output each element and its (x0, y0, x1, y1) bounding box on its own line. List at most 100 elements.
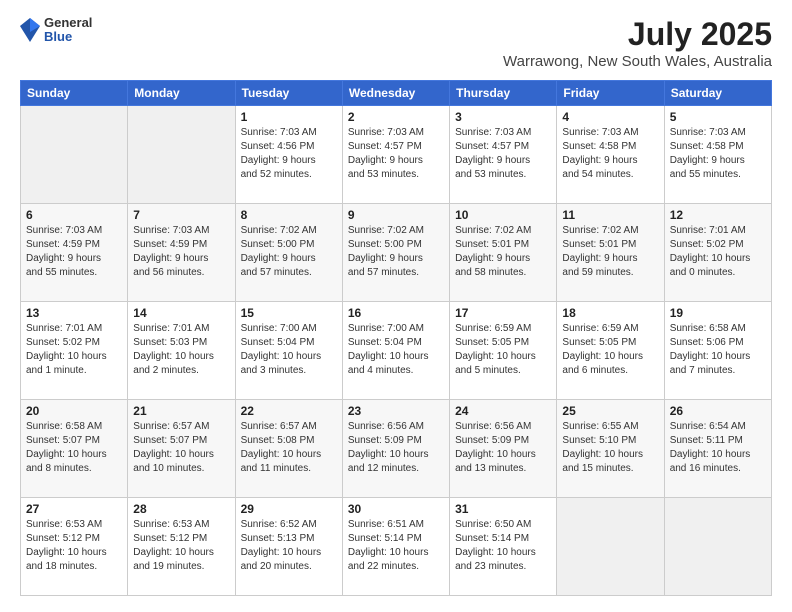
day-info: Sunrise: 6:55 AM Sunset: 5:10 PM Dayligh… (562, 420, 658, 476)
day-number: 19 (670, 306, 766, 320)
day-number: 17 (455, 306, 551, 320)
day-cell: 30 Sunrise: 6:51 AM Sunset: 5:14 PM Dayli… (342, 498, 449, 596)
day-info: Sunrise: 7:03 AM Sunset: 4:58 PM Dayligh… (670, 126, 766, 182)
day-cell: 12 Sunrise: 7:01 AM Sunset: 5:02 PM Dayli… (664, 204, 771, 302)
calendar-body: 1Sunrise: 7:03 AM Sunset: 4:56 PM Daylig… (21, 106, 772, 596)
day-info: Sunrise: 6:56 AM Sunset: 5:09 PM Dayligh… (348, 420, 444, 476)
day-cell: 22 Sunrise: 6:57 AM Sunset: 5:08 PM Dayli… (235, 400, 342, 498)
header-cell-sunday: Sunday (21, 81, 128, 106)
day-number: 18 (562, 306, 658, 320)
day-number: 4 (562, 110, 658, 124)
day-cell: 18 Sunrise: 6:59 AM Sunset: 5:05 PM Dayli… (557, 302, 664, 400)
day-number: 1 (241, 110, 337, 124)
day-cell: 1Sunrise: 7:03 AM Sunset: 4:56 PM Daylig… (235, 106, 342, 204)
day-number: 5 (670, 110, 766, 124)
day-info: Sunrise: 6:51 AM Sunset: 5:14 PM Dayligh… (348, 518, 444, 574)
day-cell: 16 Sunrise: 7:00 AM Sunset: 5:04 PM Dayli… (342, 302, 449, 400)
day-cell: 7 Sunrise: 7:03 AM Sunset: 4:59 PM Daylig… (128, 204, 235, 302)
day-cell: 24 Sunrise: 6:56 AM Sunset: 5:09 PM Dayli… (450, 400, 557, 498)
logo: General Blue (20, 16, 92, 45)
day-number: 29 (241, 502, 337, 516)
day-cell (21, 106, 128, 204)
logo-general-text: General (44, 16, 92, 30)
day-info: Sunrise: 6:56 AM Sunset: 5:09 PM Dayligh… (455, 420, 551, 476)
day-cell (128, 106, 235, 204)
header-cell-saturday: Saturday (664, 81, 771, 106)
day-info: Sunrise: 6:57 AM Sunset: 5:08 PM Dayligh… (241, 420, 337, 476)
day-number: 30 (348, 502, 444, 516)
day-info: Sunrise: 7:01 AM Sunset: 5:02 PM Dayligh… (670, 224, 766, 280)
day-number: 21 (133, 404, 229, 418)
header: General Blue July 2025 Warrawong, New So… (20, 16, 772, 70)
day-number: 31 (455, 502, 551, 516)
day-cell: 13 Sunrise: 7:01 AM Sunset: 5:02 PM Dayli… (21, 302, 128, 400)
week-row-1: 1Sunrise: 7:03 AM Sunset: 4:56 PM Daylig… (21, 106, 772, 204)
day-number: 24 (455, 404, 551, 418)
day-info: Sunrise: 7:02 AM Sunset: 5:01 PM Dayligh… (562, 224, 658, 280)
day-cell: 31 Sunrise: 6:50 AM Sunset: 5:14 PM Dayli… (450, 498, 557, 596)
day-cell: 3 Sunrise: 7:03 AM Sunset: 4:57 PM Daylig… (450, 106, 557, 204)
day-info: Sunrise: 6:59 AM Sunset: 5:05 PM Dayligh… (562, 322, 658, 378)
header-row: SundayMondayTuesdayWednesdayThursdayFrid… (21, 81, 772, 106)
day-number: 28 (133, 502, 229, 516)
day-info: Sunrise: 6:53 AM Sunset: 5:12 PM Dayligh… (133, 518, 229, 574)
day-number: 8 (241, 208, 337, 222)
day-number: 2 (348, 110, 444, 124)
day-info: Sunrise: 7:03 AM Sunset: 4:59 PM Dayligh… (133, 224, 229, 280)
day-cell: 14Sunrise: 7:01 AM Sunset: 5:03 PM Dayli… (128, 302, 235, 400)
week-row-2: 6 Sunrise: 7:03 AM Sunset: 4:59 PM Daylig… (21, 204, 772, 302)
day-cell: 2 Sunrise: 7:03 AM Sunset: 4:57 PM Daylig… (342, 106, 449, 204)
day-number: 23 (348, 404, 444, 418)
day-cell: 27Sunrise: 6:53 AM Sunset: 5:12 PM Dayli… (21, 498, 128, 596)
calendar-table: SundayMondayTuesdayWednesdayThursdayFrid… (20, 80, 772, 596)
day-cell: 4 Sunrise: 7:03 AM Sunset: 4:58 PM Daylig… (557, 106, 664, 204)
day-cell: 11Sunrise: 7:02 AM Sunset: 5:01 PM Dayli… (557, 204, 664, 302)
main-title: July 2025 (503, 16, 772, 53)
header-cell-monday: Monday (128, 81, 235, 106)
day-info: Sunrise: 7:03 AM Sunset: 4:58 PM Dayligh… (562, 126, 658, 182)
day-cell: 10 Sunrise: 7:02 AM Sunset: 5:01 PM Dayli… (450, 204, 557, 302)
header-cell-thursday: Thursday (450, 81, 557, 106)
calendar-header: SundayMondayTuesdayWednesdayThursdayFrid… (21, 81, 772, 106)
day-cell: 28 Sunrise: 6:53 AM Sunset: 5:12 PM Dayli… (128, 498, 235, 596)
day-number: 12 (670, 208, 766, 222)
day-cell: 6Sunrise: 7:03 AM Sunset: 4:59 PM Daylig… (21, 204, 128, 302)
day-info: Sunrise: 6:58 AM Sunset: 5:07 PM Dayligh… (26, 420, 122, 476)
day-info: Sunrise: 7:01 AM Sunset: 5:02 PM Dayligh… (26, 322, 122, 378)
day-cell: 23 Sunrise: 6:56 AM Sunset: 5:09 PM Dayli… (342, 400, 449, 498)
day-number: 6 (26, 208, 122, 222)
day-cell: 15Sunrise: 7:00 AM Sunset: 5:04 PM Dayli… (235, 302, 342, 400)
day-cell: 26Sunrise: 6:54 AM Sunset: 5:11 PM Dayli… (664, 400, 771, 498)
week-row-3: 13 Sunrise: 7:01 AM Sunset: 5:02 PM Dayli… (21, 302, 772, 400)
day-cell (557, 498, 664, 596)
day-number: 16 (348, 306, 444, 320)
day-info: Sunrise: 7:00 AM Sunset: 5:04 PM Dayligh… (348, 322, 444, 378)
page: General Blue July 2025 Warrawong, New So… (0, 0, 792, 612)
day-info: Sunrise: 7:02 AM Sunset: 5:00 PM Dayligh… (241, 224, 337, 280)
header-cell-tuesday: Tuesday (235, 81, 342, 106)
week-row-5: 27 Sunrise: 6:53 AM Sunset: 5:12 PM Dayli… (21, 498, 772, 596)
day-number: 27 (26, 502, 122, 516)
day-info: Sunrise: 6:50 AM Sunset: 5:14 PM Dayligh… (455, 518, 551, 574)
day-number: 25 (562, 404, 658, 418)
day-info: Sunrise: 7:03 AM Sunset: 4:57 PM Dayligh… (348, 126, 444, 182)
day-cell (664, 498, 771, 596)
day-number: 13 (26, 306, 122, 320)
week-row-4: 20Sunrise: 6:58 AM Sunset: 5:07 PM Dayli… (21, 400, 772, 498)
day-info: Sunrise: 7:02 AM Sunset: 5:01 PM Dayligh… (455, 224, 551, 280)
header-cell-wednesday: Wednesday (342, 81, 449, 106)
day-number: 22 (241, 404, 337, 418)
day-info: Sunrise: 6:54 AM Sunset: 5:11 PM Dayligh… (670, 420, 766, 476)
day-cell: 17Sunrise: 6:59 AM Sunset: 5:05 PM Dayli… (450, 302, 557, 400)
day-cell: 21 Sunrise: 6:57 AM Sunset: 5:07 PM Dayli… (128, 400, 235, 498)
logo-text: General Blue (44, 16, 92, 45)
day-info: Sunrise: 7:03 AM Sunset: 4:57 PM Dayligh… (455, 126, 551, 182)
day-number: 7 (133, 208, 229, 222)
day-cell: 8 Sunrise: 7:02 AM Sunset: 5:00 PM Daylig… (235, 204, 342, 302)
day-info: Sunrise: 6:57 AM Sunset: 5:07 PM Dayligh… (133, 420, 229, 476)
day-cell: 19Sunrise: 6:58 AM Sunset: 5:06 PM Dayli… (664, 302, 771, 400)
day-number: 15 (241, 306, 337, 320)
day-number: 10 (455, 208, 551, 222)
day-number: 3 (455, 110, 551, 124)
day-cell: 20Sunrise: 6:58 AM Sunset: 5:07 PM Dayli… (21, 400, 128, 498)
